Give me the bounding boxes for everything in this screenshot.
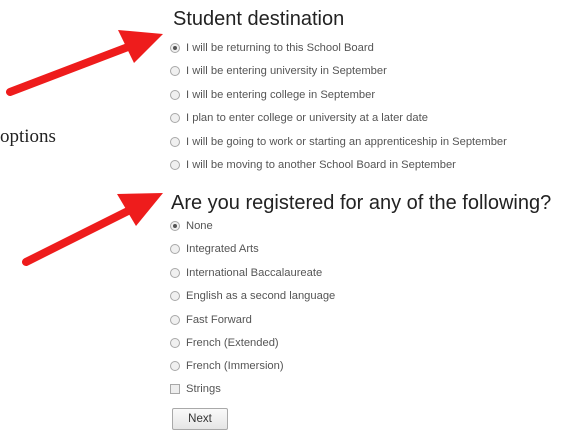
program-option-integrated-arts[interactable]: Integrated Arts — [170, 238, 259, 260]
radio-button[interactable] — [170, 113, 180, 123]
registered-programs-title: Are you registered for any of the follow… — [171, 192, 552, 214]
radio-button[interactable] — [170, 43, 180, 53]
checkbox[interactable] — [170, 384, 180, 394]
program-checkbox-strings[interactable]: Strings — [170, 378, 221, 400]
destination-option-work-apprenticeship[interactable]: I will be going to work or starting an a… — [170, 131, 507, 153]
radio-button[interactable] — [170, 137, 180, 147]
radio-button[interactable] — [170, 361, 180, 371]
destination-option-returning[interactable]: I will be returning to this School Board — [170, 37, 374, 59]
student-destination-title: Student destination — [173, 8, 345, 30]
radio-button[interactable] — [170, 66, 180, 76]
arrow-bottom — [22, 193, 163, 266]
program-option-ib[interactable]: International Baccalaureate — [170, 262, 322, 284]
program-option-none[interactable]: None — [170, 215, 213, 237]
program-option-esl[interactable]: English as a second language — [170, 285, 335, 307]
destination-option-later-date[interactable]: I plan to enter college or university at… — [170, 107, 428, 129]
radio-button[interactable] — [170, 291, 180, 301]
radio-button[interactable] — [170, 268, 180, 278]
radio-button[interactable] — [170, 338, 180, 348]
next-button[interactable]: Next — [172, 408, 228, 430]
radio-button[interactable] — [170, 160, 180, 170]
annotation-partial-text: options — [0, 126, 56, 147]
radio-button[interactable] — [170, 90, 180, 100]
destination-option-college[interactable]: I will be entering college in September — [170, 84, 375, 106]
arrow-top — [6, 30, 163, 96]
destination-option-other-board[interactable]: I will be moving to another School Board… — [170, 154, 456, 176]
program-option-french-immersion[interactable]: French (Immersion) — [170, 355, 284, 377]
radio-button[interactable] — [170, 221, 180, 231]
program-option-french-extended[interactable]: French (Extended) — [170, 332, 279, 354]
radio-button[interactable] — [170, 244, 180, 254]
destination-option-university[interactable]: I will be entering university in Septemb… — [170, 60, 387, 82]
program-option-fast-forward[interactable]: Fast Forward — [170, 309, 252, 331]
radio-button[interactable] — [170, 315, 180, 325]
